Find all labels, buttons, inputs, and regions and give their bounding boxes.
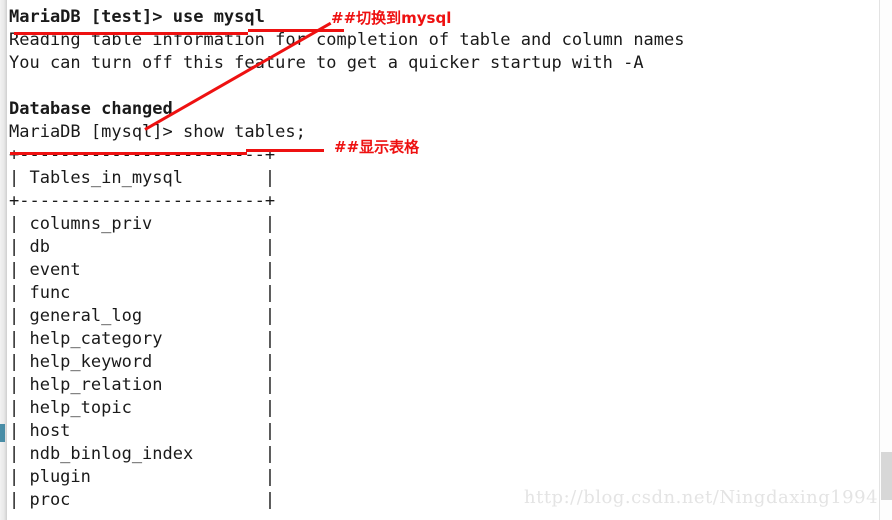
table-row: | plugin |	[9, 467, 276, 487]
table-header-row: | Tables_in_mysql |	[9, 168, 276, 188]
red-underline-show-tables-2	[246, 149, 324, 152]
table-border-top: +------------------------+	[9, 145, 276, 165]
table-row: | general_log |	[9, 306, 276, 326]
terminal-output: MariaDB [test]> use mysql Reading table …	[9, 6, 869, 512]
right-scrollbar-thumb[interactable]	[881, 452, 892, 500]
table-row: | columns_priv |	[9, 214, 276, 234]
table-border-mid: +------------------------+	[9, 191, 276, 211]
table-row: | help_keyword |	[9, 352, 276, 372]
table-row: | help_category |	[9, 329, 276, 349]
red-underline-use-mysql	[14, 32, 248, 35]
watermark-url: http://blog.csdn.net/Ningdaxing1994	[524, 487, 879, 508]
left-scrollbar-track[interactable]	[0, 0, 7, 520]
terminal-line-prompt-show: MariaDB [mysql]> show tables;	[9, 122, 306, 142]
red-underline-show-tables	[10, 152, 247, 155]
terminal-line-info-2: You can turn off this feature to get a q…	[9, 53, 644, 73]
table-row: | db |	[9, 237, 276, 257]
table-row: | func |	[9, 283, 276, 303]
table-row: | help_relation |	[9, 375, 276, 395]
annotation-show-tables: ##显示表格	[334, 138, 420, 156]
red-underline-use-mysql-2	[248, 29, 344, 32]
terminal-screenshot: MariaDB [test]> use mysql Reading table …	[0, 0, 892, 520]
table-row: | help_topic |	[9, 398, 276, 418]
right-scrollbar-track[interactable]	[879, 0, 892, 520]
terminal-line-database-changed: Database changed	[9, 99, 173, 119]
table-row: | ndb_binlog_index |	[9, 444, 276, 464]
table-row: | event |	[9, 260, 276, 280]
table-row: | host |	[9, 421, 276, 441]
annotation-use-mysql: ##切换到mysql	[331, 9, 452, 27]
left-scrollbar-thumb[interactable]	[0, 424, 5, 442]
